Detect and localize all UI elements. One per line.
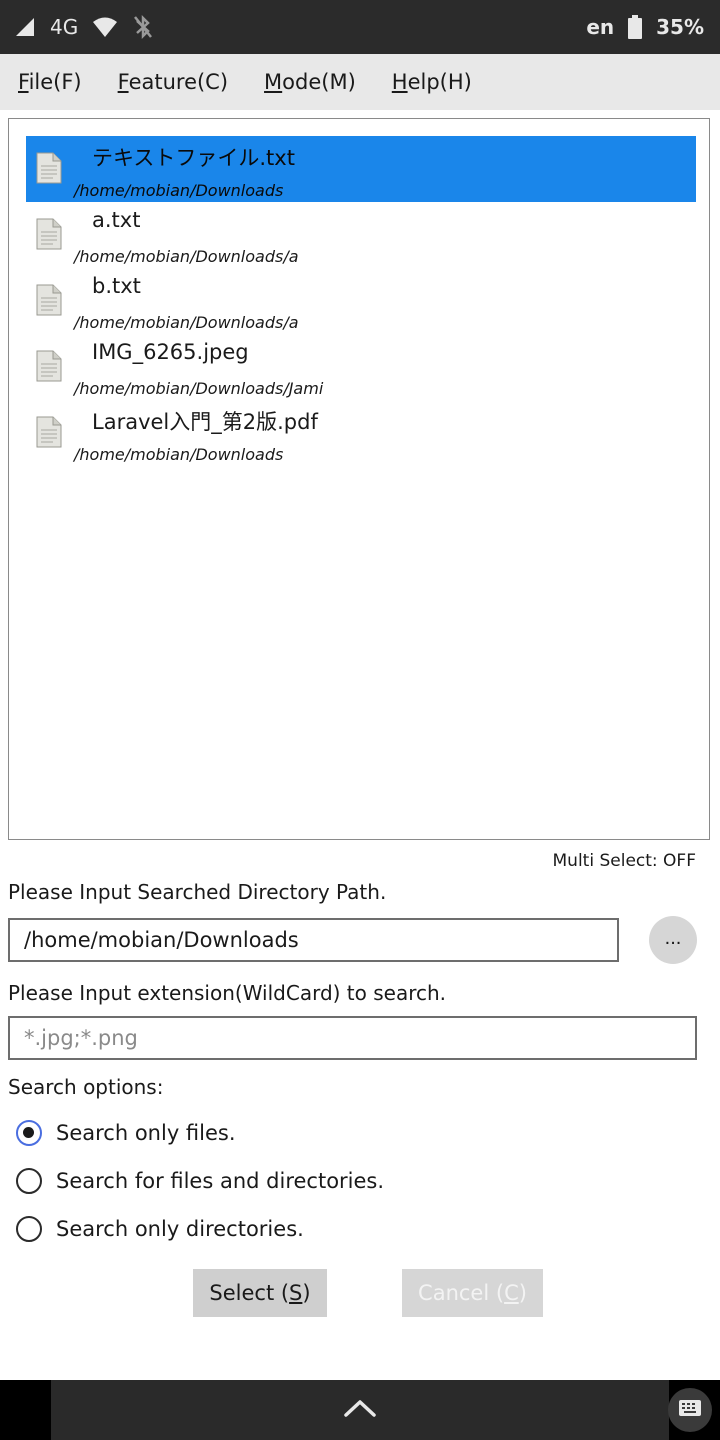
directory-input[interactable]: [8, 918, 619, 962]
menu-feature[interactable]: Feature(C): [100, 70, 246, 94]
file-path: /home/mobian/Downloads: [74, 181, 284, 200]
file-name: IMG_6265.jpeg: [92, 340, 249, 364]
browse-button[interactable]: ...: [649, 916, 697, 964]
radio-search-files-and-directories[interactable]: Search for files and directories.: [16, 1168, 384, 1194]
radio-search-only-directories[interactable]: Search only directories.: [16, 1216, 304, 1242]
file-name: a.txt: [92, 208, 141, 232]
file-list-item[interactable]: b.txt /home/mobian/Downloads/a: [26, 268, 696, 334]
file-icon: [36, 218, 62, 250]
file-list-item[interactable]: IMG_6265.jpeg /home/mobian/Downloads/Jam…: [26, 334, 696, 400]
battery-percent: 35%: [656, 15, 704, 39]
network-type: 4G: [50, 15, 79, 39]
extension-label: Please Input extension(WildCard) to sear…: [8, 981, 447, 1005]
radio-button[interactable]: [16, 1216, 42, 1242]
signal-icon: [14, 16, 36, 38]
extension-input[interactable]: [8, 1016, 697, 1060]
bluetooth-off-icon: [132, 14, 154, 40]
keyboard-icon: [678, 1399, 702, 1421]
file-path: /home/mobian/Downloads/a: [74, 313, 299, 332]
file-icon: [36, 416, 62, 448]
menu-mode[interactable]: Mode(M): [246, 70, 374, 94]
radio-label: Search only files.: [56, 1121, 236, 1145]
file-icon: [36, 350, 62, 382]
navigation-bar: [0, 1380, 720, 1440]
multi-select-toggle[interactable]: Multi Select: OFF: [553, 851, 696, 871]
menu-help[interactable]: Help(H): [374, 70, 490, 94]
menu-file[interactable]: File(F): [0, 70, 100, 94]
radio-label: Search for files and directories.: [56, 1169, 385, 1193]
directory-label: Please Input Searched Directory Path.: [8, 880, 387, 904]
file-list-item[interactable]: テキストファイル.txt /home/mobian/Downloads: [26, 136, 696, 202]
chevron-up-icon: [343, 1398, 377, 1422]
select-button[interactable]: Select (S): [193, 1269, 327, 1317]
file-name: b.txt: [92, 274, 141, 298]
keyboard-language: en: [586, 15, 615, 39]
search-options-label: Search options:: [8, 1075, 164, 1099]
file-path: /home/mobian/Downloads: [74, 445, 284, 464]
radio-button[interactable]: [16, 1120, 42, 1146]
file-list-item[interactable]: Laravel入門_第2版.pdf /home/mobian/Downloads: [26, 400, 696, 466]
file-path: /home/mobian/Downloads/a: [74, 247, 299, 266]
file-path: /home/mobian/Downloads/Jami: [74, 379, 324, 398]
battery-icon: [628, 15, 643, 39]
file-list-item[interactable]: a.txt /home/mobian/Downloads/a: [26, 202, 696, 268]
status-bar: 4G en 35%: [0, 0, 720, 54]
cancel-button[interactable]: Cancel (C): [402, 1269, 543, 1317]
radio-button[interactable]: [16, 1168, 42, 1194]
wifi-icon: [92, 16, 118, 38]
file-list[interactable]: テキストファイル.txt /home/mobian/Downloads a.tx…: [8, 118, 710, 840]
menu-bar: File(F) Feature(C) Mode(M) Help(H): [0, 54, 720, 110]
radio-search-only-files[interactable]: Search only files.: [16, 1120, 236, 1146]
file-icon: [36, 284, 62, 316]
keyboard-toggle-button[interactable]: [668, 1388, 712, 1432]
file-name: Laravel入門_第2版.pdf: [92, 410, 318, 434]
app-drawer-handle[interactable]: [51, 1380, 669, 1440]
file-name: テキストファイル.txt: [92, 146, 295, 170]
file-icon: [36, 152, 62, 184]
radio-label: Search only directories.: [56, 1217, 304, 1241]
